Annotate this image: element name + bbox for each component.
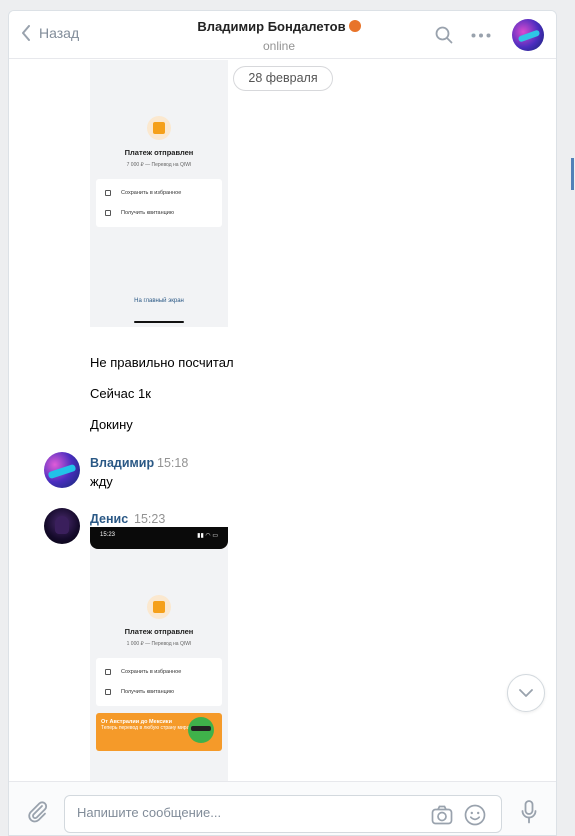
screenshot-subtitle: 7 000 ₽ — Перевод на QIWI — [126, 162, 192, 168]
message-text: Не правильно посчитал — [90, 355, 234, 370]
thumbs-up-icon — [147, 116, 171, 140]
back-label: Назад — [39, 25, 80, 41]
message-input-box[interactable] — [64, 795, 502, 833]
globe-icon — [188, 717, 214, 743]
message-input[interactable] — [77, 805, 417, 820]
phone-status-bar: 15:23 ▮▮ ◠ ▭ — [90, 527, 228, 549]
date-divider: 28 февраля — [233, 66, 333, 91]
screenshot-row: Получить квитанцию — [96, 682, 222, 702]
avatar[interactable] — [44, 452, 80, 488]
screenshot-row: Сохранить в избранное — [96, 662, 222, 682]
screenshot-card: Сохранить в избранное Получить квитанцию — [96, 658, 222, 706]
online-status: online — [262, 39, 296, 53]
payment-screenshot[interactable]: Платеж отправлен 7 000 ₽ — Перевод на QI… — [90, 60, 228, 327]
paperclip-icon[interactable] — [25, 799, 49, 823]
receipt-icon — [105, 210, 111, 216]
thumbs-up-icon — [147, 595, 171, 619]
message-text: Докину — [90, 417, 133, 432]
promo-text: Теперь перевод в любую страну мира — [101, 725, 190, 731]
back-button[interactable]: Назад — [21, 25, 79, 41]
microphone-icon[interactable] — [521, 800, 537, 824]
author-name[interactable]: Денис — [90, 512, 128, 526]
chat-window: Назад Владимир Бондалетов online Платеж … — [8, 10, 557, 836]
screenshot-card: Сохранить в избранное Получить квитанцию — [96, 179, 222, 227]
message-text: жду — [90, 474, 113, 489]
message-history[interactable]: Платеж отправлен 7 000 ₽ — Перевод на QI… — [9, 60, 556, 781]
star-icon — [105, 190, 111, 196]
signal-icon: ▮▮ ◠ ▭ — [197, 533, 218, 539]
home-indicator — [134, 321, 184, 323]
message-time[interactable]: 15:18 — [157, 456, 188, 470]
chevron-down-icon — [519, 689, 533, 697]
message-text: Сейчас 1к — [90, 386, 151, 401]
screenshot-title: Платеж отправлен — [124, 148, 194, 157]
avatar[interactable] — [44, 508, 80, 544]
screenshot-subtitle: 1 000 ₽ — Перевод на QIWI — [126, 641, 192, 647]
promo-banner: От Австралии до Мексики Теперь перевод в… — [96, 713, 222, 751]
screenshot-row: Получить квитанцию — [96, 203, 222, 223]
chat-title: Владимир Бондалетов — [129, 19, 429, 34]
screenshot-link: На главный экран — [134, 298, 184, 304]
sidebar-active-marker — [571, 158, 574, 190]
chat-title-block[interactable]: Владимир Бондалетов online — [129, 19, 429, 53]
payment-screenshot[interactable]: 15:23 ▮▮ ◠ ▭ Платеж отправлен 1 000 ₽ — П… — [90, 527, 228, 781]
search-icon[interactable] — [435, 26, 453, 44]
avatar[interactable] — [512, 19, 544, 51]
camera-icon[interactable] — [431, 805, 453, 825]
emoji-icon — [348, 20, 361, 32]
chevron-left-icon — [22, 25, 30, 41]
scroll-down-button[interactable] — [507, 674, 545, 712]
screenshot-title: Платеж отправлен — [124, 627, 194, 636]
message-time[interactable]: 15:23 — [134, 512, 165, 526]
author-name[interactable]: Владимир — [90, 456, 154, 470]
receipt-icon — [105, 689, 111, 695]
chat-header: Назад Владимир Бондалетов online — [9, 11, 556, 59]
message-composer — [9, 781, 556, 835]
more-icon[interactable] — [471, 33, 491, 38]
smile-icon[interactable] — [464, 804, 486, 826]
star-icon — [105, 669, 111, 675]
screenshot-row: Сохранить в избранное — [96, 183, 222, 203]
